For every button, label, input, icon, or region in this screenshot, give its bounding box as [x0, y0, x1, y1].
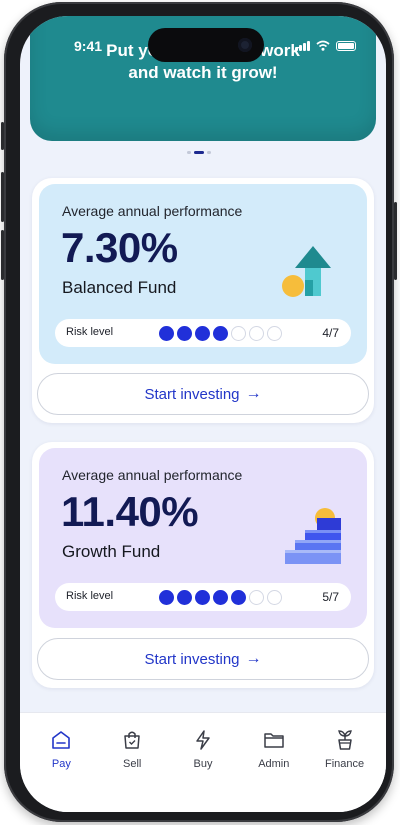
risk-dot-filled [213, 326, 228, 341]
risk-dot-filled [159, 590, 174, 605]
arrow-up-coin-icon [282, 246, 331, 297]
side-button-left-3 [1, 230, 4, 280]
nav-item-sell[interactable]: Sell [99, 713, 165, 812]
fund-card-panel[interactable]: Average annual performance 7.30% Balance… [39, 184, 367, 364]
carousel-indicator[interactable] [187, 151, 211, 154]
fund-card-balanced: Average annual performance 7.30% Balance… [32, 178, 374, 423]
nav-label: Admin [258, 758, 290, 770]
signal-icon [295, 40, 310, 51]
risk-dot-filled [213, 590, 228, 605]
risk-dots [159, 590, 282, 605]
risk-dot-empty [267, 590, 282, 605]
stairs-sun-icon [285, 508, 341, 564]
risk-dot-filled [195, 326, 210, 341]
home-icon [52, 731, 71, 749]
carousel-dot[interactable] [207, 151, 211, 154]
status-time: 9:41 [74, 38, 103, 54]
wifi-icon [316, 40, 330, 51]
risk-dot-empty [267, 326, 282, 341]
dynamic-island [148, 28, 264, 62]
app-screen: Put your money to work and watch it grow… [20, 16, 386, 812]
start-investing-label: Start investing [144, 650, 240, 668]
risk-dot-filled [231, 590, 246, 605]
lightning-icon [196, 730, 210, 750]
risk-dot-filled [177, 590, 192, 605]
phone-frame: Put your money to work and watch it grow… [1, 2, 397, 822]
start-investing-label: Start investing [144, 385, 240, 403]
side-button-left [1, 122, 4, 150]
bottom-navigation: Pay Sell Buy Admin Finance [20, 712, 386, 812]
nav-label: Pay [51, 758, 71, 770]
nav-item-admin[interactable]: Admin [241, 713, 307, 812]
risk-dot-empty [231, 326, 246, 341]
risk-count: 4/7 [322, 326, 339, 340]
performance-label: Average annual performance [62, 467, 243, 483]
risk-dot-empty [249, 590, 264, 605]
battery-icon [336, 40, 356, 51]
carousel-dot[interactable] [187, 151, 191, 154]
risk-dot-filled [177, 326, 192, 341]
fund-name: Balanced Fund [62, 278, 177, 297]
carousel-dot-active[interactable] [194, 151, 204, 154]
side-button-left-2 [1, 172, 4, 222]
arrow-right-icon: → [245, 650, 262, 667]
performance-value: 11.40% [61, 488, 199, 535]
shopping-bag-icon [124, 731, 140, 749]
nav-item-buy[interactable]: Buy [170, 713, 236, 812]
risk-level-bar: Risk level 5/7 [55, 583, 351, 611]
folder-icon [264, 733, 284, 748]
plant-pot-icon [337, 730, 352, 750]
risk-count: 5/7 [322, 590, 339, 604]
nav-label: Buy [193, 758, 213, 770]
nav-item-pay[interactable]: Pay [28, 713, 94, 812]
risk-dots [159, 326, 282, 341]
camera-icon [238, 38, 252, 52]
risk-level-bar: Risk level 4/7 [55, 319, 351, 347]
start-investing-button[interactable]: Start investing → [37, 638, 369, 680]
fund-card-growth: Average annual performance 11.40% Growth… [32, 442, 374, 688]
nav-label: Finance [325, 758, 365, 770]
risk-dot-filled [159, 326, 174, 341]
risk-label: Risk level [66, 326, 114, 338]
risk-dot-empty [249, 326, 264, 341]
fund-name: Growth Fund [62, 542, 161, 561]
fund-card-panel[interactable]: Average annual performance 11.40% Growth… [39, 448, 367, 628]
risk-dot-filled [195, 590, 210, 605]
side-button-right [394, 202, 397, 280]
nav-item-finance[interactable]: Finance [312, 713, 378, 812]
risk-label: Risk level [66, 590, 114, 602]
nav-label: Sell [123, 758, 142, 770]
performance-label: Average annual performance [62, 203, 243, 219]
performance-value: 7.30% [61, 224, 178, 271]
arrow-right-icon: → [245, 385, 262, 402]
start-investing-button[interactable]: Start investing → [37, 373, 369, 415]
status-icons [295, 40, 356, 51]
